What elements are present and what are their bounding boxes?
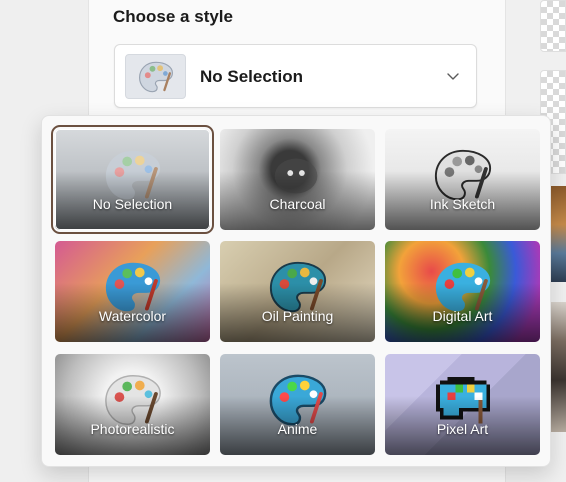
style-tile-digital-art[interactable]: Digital Art xyxy=(385,241,540,342)
tile-shade xyxy=(55,171,210,230)
style-tile-watercolor[interactable]: Watercolor xyxy=(55,241,210,342)
style-thumbnail xyxy=(125,54,186,99)
style-picker-flyout: No Selection Charcoal Ink Sketch Waterco… xyxy=(41,115,551,467)
style-label: Oil Painting xyxy=(261,308,334,324)
palette-icon xyxy=(138,61,173,92)
style-tile-ink-sketch[interactable]: Ink Sketch xyxy=(385,129,540,230)
style-dropdown[interactable]: No Selection xyxy=(114,44,477,108)
style-label: No Selection xyxy=(92,196,173,212)
style-tile-no-selection[interactable]: No Selection xyxy=(51,125,214,234)
style-tile-oil-painting[interactable]: Oil Painting xyxy=(220,241,375,342)
palette-icon xyxy=(105,151,160,200)
transparent-thumbnail[interactable] xyxy=(540,0,566,52)
style-label: Charcoal xyxy=(269,196,326,212)
style-tile-photorealistic[interactable]: Photorealistic xyxy=(55,354,210,455)
style-tile-pixel-art[interactable]: Pixel Art xyxy=(385,354,540,455)
style-label: Anime xyxy=(277,421,318,437)
chevron-down-icon xyxy=(447,73,459,80)
style-label: Photorealistic xyxy=(90,421,175,437)
style-tile-anime[interactable]: Anime xyxy=(220,354,375,455)
style-label: Digital Art xyxy=(432,308,493,324)
style-label: Pixel Art xyxy=(436,421,489,437)
style-tile-charcoal[interactable]: Charcoal xyxy=(220,129,375,230)
section-title: Choose a style xyxy=(113,7,233,26)
style-label: Ink Sketch xyxy=(429,196,496,212)
selected-style: No Selection xyxy=(200,67,303,86)
style-label: Watercolor xyxy=(98,308,167,324)
